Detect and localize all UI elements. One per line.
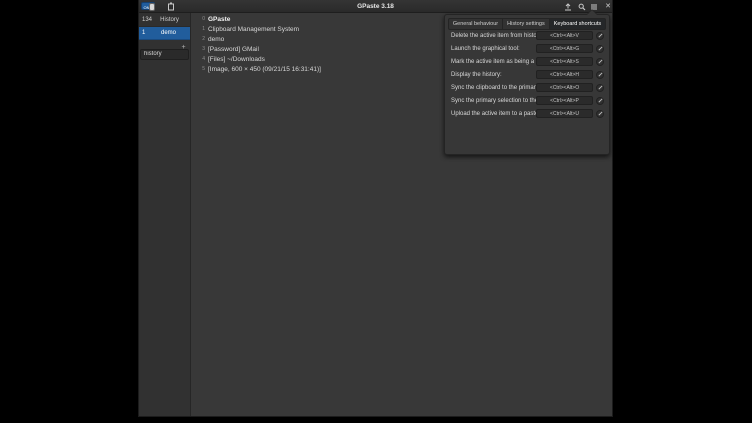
shortcut-row: Mark the active item as being a password… [451,55,607,68]
shortcut-edit-icon[interactable] [596,110,604,118]
settings-popover: General behaviour History settings Keybo… [444,14,610,155]
shortcut-edit-icon[interactable] [596,97,604,105]
shortcut-edit-icon[interactable] [596,58,604,66]
add-history-icon[interactable]: + [179,43,188,52]
shortcut-label: Launch the graphical tool: [451,46,520,52]
shortcut-entry[interactable]: <Ctrl><Alt>U [536,109,593,118]
sidebar-item-demo[interactable]: 1 demo [139,27,190,40]
shortcut-row: Display the history: <Ctrl><Alt>H [451,68,607,81]
shortcut-edit-icon[interactable] [596,71,604,79]
headerbar: ON GPaste 3.18 [139,0,612,13]
histories-sidebar: 134 History 1 demo + [139,13,191,416]
shortcut-entry[interactable]: <Ctrl><Alt>P [536,96,593,105]
popover-arrow-icon [587,10,597,15]
item-index: 3 [198,46,205,52]
close-icon[interactable]: ✕ [602,2,614,11]
history-label: demo [150,30,187,36]
item-index: 5 [198,66,205,72]
shortcut-row: Delete the active item from history: <Ct… [451,29,607,42]
item-text: Clipboard Management System [208,26,299,33]
sidebar-item-history[interactable]: 134 History [139,14,190,27]
tracking-switch[interactable]: ON [141,2,155,10]
shortcut-entry[interactable]: <Ctrl><Alt>H [536,70,593,79]
shortcut-row: Sync the clipboard to the primary select… [451,81,607,94]
gpaste-window: ON GPaste 3.18 [138,0,613,417]
shortcut-row: Upload the active item to a pastebin ser… [451,107,607,120]
history-count-badge: 134 [142,17,152,23]
shortcut-entry[interactable]: <Ctrl><Alt>O [536,83,593,92]
item-text: GPaste [208,16,230,23]
shortcut-edit-icon[interactable] [596,84,604,92]
item-index: 4 [198,56,205,62]
item-text: [Image, 600 × 450 (09/21/15 16:31:41)] [208,66,321,73]
new-history-field: + [140,42,189,53]
item-text: [Files] ~/Downloads [208,56,265,63]
shortcut-entry[interactable]: <Ctrl><Alt>G [536,44,593,53]
switch-knob-icon [149,3,155,11]
item-index: 0 [198,16,205,22]
desktop: ON GPaste 3.18 [0,0,752,423]
shortcut-edit-icon[interactable] [596,32,604,40]
item-index: 2 [198,36,205,42]
item-index: 1 [198,26,205,32]
item-text: [Password] GMail [208,46,259,53]
shortcut-label: Delete the active item from history: [451,33,543,39]
shortcut-entry[interactable]: <Ctrl><Alt>S [536,57,593,66]
shortcut-label: Display the history: [451,72,502,78]
history-label: History [152,17,187,23]
upload-icon[interactable] [562,2,574,11]
shortcut-entry[interactable]: <Ctrl><Alt>V [536,31,593,40]
shortcut-row: Launch the graphical tool: <Ctrl><Alt>G [451,42,607,55]
item-text: demo [208,36,224,43]
shortcut-edit-icon[interactable] [596,45,604,53]
window-title: GPaste 3.18 [139,0,612,13]
clipboard-icon[interactable] [165,2,177,11]
shortcut-row: Sync the primary selection to the clipbo… [451,94,607,107]
history-count-badge: 1 [142,30,150,36]
